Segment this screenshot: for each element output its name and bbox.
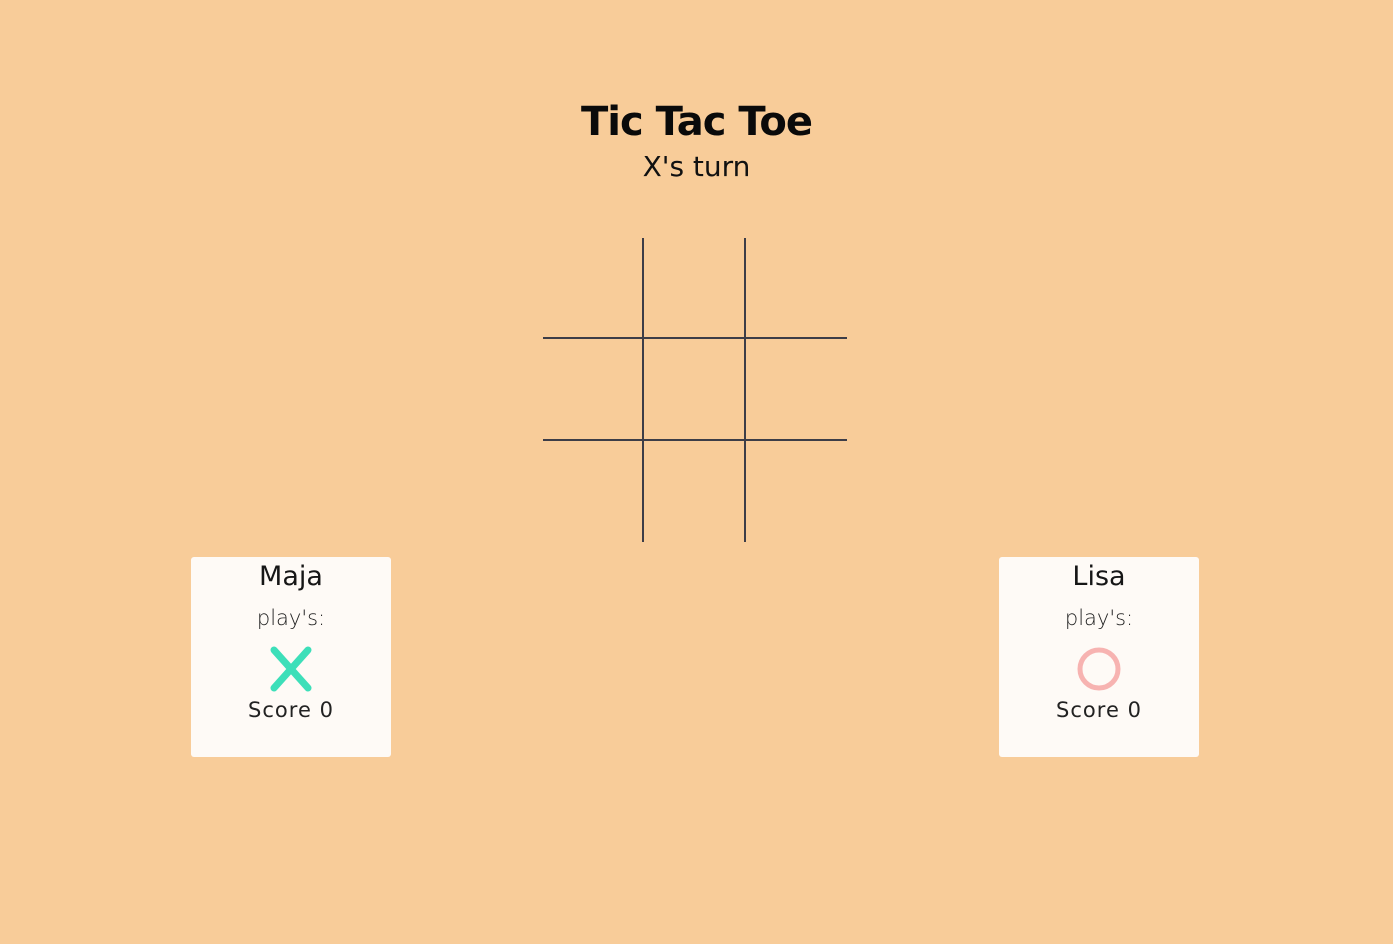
board-cell-9[interactable] [746,441,847,542]
board-cell-3[interactable] [746,238,847,339]
player-score: Score 0 [999,695,1199,725]
circle-icon [1077,647,1121,691]
game-board [543,238,847,542]
page-title: Tic Tac Toe [581,99,813,145]
x-icon [270,646,312,692]
player-score: Score 0 [191,695,391,725]
player-card-o: Lisa play's: Score 0 [999,557,1199,757]
board-cell-7[interactable] [543,441,644,542]
player-plays-label: play's: [1064,606,1134,630]
player-plays-label: play's: [256,606,326,630]
score-value: 0 [319,698,334,722]
turn-status: X's turn [642,150,751,183]
board-cell-2[interactable] [644,238,746,339]
board-cell-4[interactable] [543,339,644,441]
player-name: Maja [259,561,323,592]
score-label: Score [248,698,312,722]
score-label: Score [1056,698,1120,722]
game-page: Tic Tac Toe X's turn Maja play's: Score … [0,0,1393,944]
board-cell-6[interactable] [746,339,847,441]
board-cell-5[interactable] [644,339,746,441]
board-cell-1[interactable] [543,238,644,339]
player-name: Lisa [1072,561,1126,592]
player-card-x: Maja play's: Score 0 [191,557,391,757]
score-value: 0 [1127,698,1142,722]
board-cell-8[interactable] [644,441,746,542]
